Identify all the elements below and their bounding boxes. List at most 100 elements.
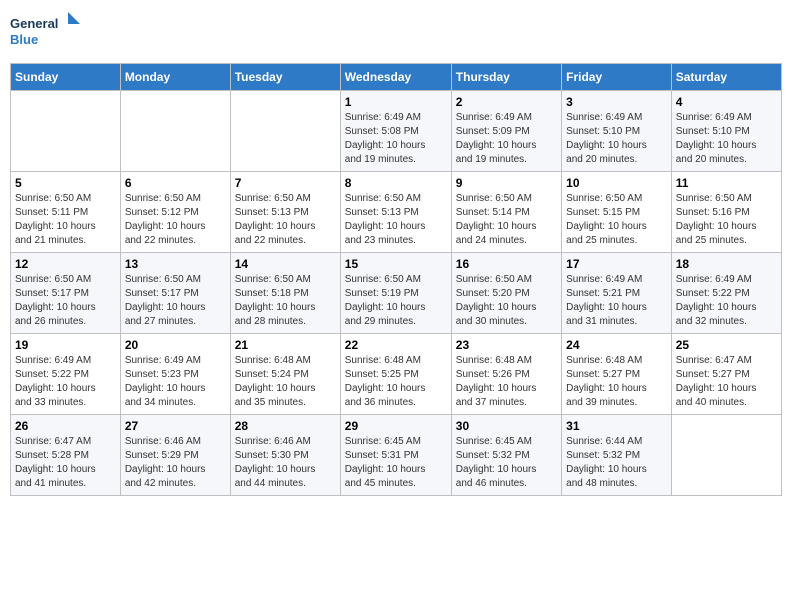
calendar-cell: 29 Sunrise: 6:45 AM Sunset: 5:31 PM Dayli… xyxy=(340,415,451,496)
calendar-cell: 18 Sunrise: 6:49 AM Sunset: 5:22 PM Dayli… xyxy=(671,253,781,334)
calendar-cell: 10 Sunrise: 6:50 AM Sunset: 5:15 PM Dayli… xyxy=(562,172,672,253)
day-number: 5 xyxy=(15,176,116,190)
calendar-cell xyxy=(120,91,230,172)
calendar-cell: 26 Sunrise: 6:47 AM Sunset: 5:28 PM Dayli… xyxy=(11,415,121,496)
day-info: Sunrise: 6:49 AM Sunset: 5:09 PM Dayligh… xyxy=(456,111,557,167)
calendar-cell: 19Sunrise: 6:49 AM Sunset: 5:22 PM Dayli… xyxy=(11,334,121,415)
day-number: 14 xyxy=(235,257,336,271)
calendar-cell: 13 Sunrise: 6:50 AM Sunset: 5:17 PM Dayli… xyxy=(120,253,230,334)
day-info: Sunrise: 6:50 AM Sunset: 5:17 PM Dayligh… xyxy=(15,273,116,329)
day-number: 3 xyxy=(566,95,667,109)
day-number: 24 xyxy=(566,338,667,352)
day-number: 15 xyxy=(345,257,447,271)
day-info: Sunrise: 6:49 AM Sunset: 5:22 PM Dayligh… xyxy=(676,273,777,329)
day-info: Sunrise: 6:49 AM Sunset: 5:23 PM Dayligh… xyxy=(125,354,226,410)
day-number: 10 xyxy=(566,176,667,190)
svg-text:General: General xyxy=(10,16,58,31)
calendar-cell: 30 Sunrise: 6:45 AM Sunset: 5:32 PM Dayli… xyxy=(451,415,561,496)
day-number: 17 xyxy=(566,257,667,271)
day-number: 19 xyxy=(15,338,116,352)
calendar-cell xyxy=(230,91,340,172)
calendar-cell: 20Sunrise: 6:49 AM Sunset: 5:23 PM Dayli… xyxy=(120,334,230,415)
day-info: Sunrise: 6:48 AM Sunset: 5:26 PM Dayligh… xyxy=(456,354,557,410)
day-info: Sunrise: 6:50 AM Sunset: 5:15 PM Dayligh… xyxy=(566,192,667,248)
calendar-cell: 4 Sunrise: 6:49 AM Sunset: 5:10 PM Daylig… xyxy=(671,91,781,172)
day-number: 30 xyxy=(456,419,557,433)
day-number: 18 xyxy=(676,257,777,271)
day-number: 22 xyxy=(345,338,447,352)
day-info: Sunrise: 6:48 AM Sunset: 5:27 PM Dayligh… xyxy=(566,354,667,410)
calendar-cell: 11Sunrise: 6:50 AM Sunset: 5:16 PM Dayli… xyxy=(671,172,781,253)
day-number: 11 xyxy=(676,176,777,190)
day-number: 4 xyxy=(676,95,777,109)
day-info: Sunrise: 6:49 AM Sunset: 5:10 PM Dayligh… xyxy=(566,111,667,167)
calendar-cell: 16 Sunrise: 6:50 AM Sunset: 5:20 PM Dayli… xyxy=(451,253,561,334)
calendar-table: SundayMondayTuesdayWednesdayThursdayFrid… xyxy=(10,63,782,496)
day-number: 1 xyxy=(345,95,447,109)
day-info: Sunrise: 6:44 AM Sunset: 5:32 PM Dayligh… xyxy=(566,435,667,491)
day-number: 12 xyxy=(15,257,116,271)
calendar-cell: 28 Sunrise: 6:46 AM Sunset: 5:30 PM Dayli… xyxy=(230,415,340,496)
calendar-cell: 31Sunrise: 6:44 AM Sunset: 5:32 PM Dayli… xyxy=(562,415,672,496)
calendar-cell: 12 Sunrise: 6:50 AM Sunset: 5:17 PM Dayli… xyxy=(11,253,121,334)
header-row: SundayMondayTuesdayWednesdayThursdayFrid… xyxy=(11,64,782,91)
day-number: 25 xyxy=(676,338,777,352)
day-info: Sunrise: 6:50 AM Sunset: 5:13 PM Dayligh… xyxy=(235,192,336,248)
day-info: Sunrise: 6:45 AM Sunset: 5:32 PM Dayligh… xyxy=(456,435,557,491)
col-header-sunday: Sunday xyxy=(11,64,121,91)
day-info: Sunrise: 6:46 AM Sunset: 5:30 PM Dayligh… xyxy=(235,435,336,491)
week-row-2: 5 Sunrise: 6:50 AM Sunset: 5:11 PM Daylig… xyxy=(11,172,782,253)
day-info: Sunrise: 6:50 AM Sunset: 5:11 PM Dayligh… xyxy=(15,192,116,248)
day-info: Sunrise: 6:50 AM Sunset: 5:20 PM Dayligh… xyxy=(456,273,557,329)
calendar-cell: 8 Sunrise: 6:50 AM Sunset: 5:13 PM Daylig… xyxy=(340,172,451,253)
calendar-cell: 22Sunrise: 6:48 AM Sunset: 5:25 PM Dayli… xyxy=(340,334,451,415)
calendar-cell: 7Sunrise: 6:50 AM Sunset: 5:13 PM Daylig… xyxy=(230,172,340,253)
day-info: Sunrise: 6:50 AM Sunset: 5:12 PM Dayligh… xyxy=(125,192,226,248)
week-row-3: 12 Sunrise: 6:50 AM Sunset: 5:17 PM Dayli… xyxy=(11,253,782,334)
week-row-1: 1 Sunrise: 6:49 AM Sunset: 5:08 PM Daylig… xyxy=(11,91,782,172)
calendar-cell: 1 Sunrise: 6:49 AM Sunset: 5:08 PM Daylig… xyxy=(340,91,451,172)
day-info: Sunrise: 6:50 AM Sunset: 5:13 PM Dayligh… xyxy=(345,192,447,248)
day-number: 13 xyxy=(125,257,226,271)
day-number: 28 xyxy=(235,419,336,433)
day-info: Sunrise: 6:47 AM Sunset: 5:27 PM Dayligh… xyxy=(676,354,777,410)
day-number: 27 xyxy=(125,419,226,433)
calendar-cell: 15Sunrise: 6:50 AM Sunset: 5:19 PM Dayli… xyxy=(340,253,451,334)
col-header-wednesday: Wednesday xyxy=(340,64,451,91)
day-info: Sunrise: 6:50 AM Sunset: 5:17 PM Dayligh… xyxy=(125,273,226,329)
day-number: 16 xyxy=(456,257,557,271)
col-header-friday: Friday xyxy=(562,64,672,91)
col-header-thursday: Thursday xyxy=(451,64,561,91)
day-number: 21 xyxy=(235,338,336,352)
col-header-tuesday: Tuesday xyxy=(230,64,340,91)
day-info: Sunrise: 6:50 AM Sunset: 5:18 PM Dayligh… xyxy=(235,273,336,329)
day-info: Sunrise: 6:49 AM Sunset: 5:08 PM Dayligh… xyxy=(345,111,447,167)
calendar-cell xyxy=(671,415,781,496)
day-info: Sunrise: 6:49 AM Sunset: 5:21 PM Dayligh… xyxy=(566,273,667,329)
calendar-cell: 17 Sunrise: 6:49 AM Sunset: 5:21 PM Dayli… xyxy=(562,253,672,334)
col-header-saturday: Saturday xyxy=(671,64,781,91)
col-header-monday: Monday xyxy=(120,64,230,91)
day-number: 2 xyxy=(456,95,557,109)
week-row-5: 26 Sunrise: 6:47 AM Sunset: 5:28 PM Dayli… xyxy=(11,415,782,496)
calendar-cell: 27 Sunrise: 6:46 AM Sunset: 5:29 PM Dayli… xyxy=(120,415,230,496)
calendar-cell: 2 Sunrise: 6:49 AM Sunset: 5:09 PM Daylig… xyxy=(451,91,561,172)
svg-text:Blue: Blue xyxy=(10,32,38,47)
day-info: Sunrise: 6:50 AM Sunset: 5:14 PM Dayligh… xyxy=(456,192,557,248)
day-info: Sunrise: 6:48 AM Sunset: 5:24 PM Dayligh… xyxy=(235,354,336,410)
calendar-cell xyxy=(11,91,121,172)
calendar-cell: 5 Sunrise: 6:50 AM Sunset: 5:11 PM Daylig… xyxy=(11,172,121,253)
day-info: Sunrise: 6:46 AM Sunset: 5:29 PM Dayligh… xyxy=(125,435,226,491)
calendar-cell: 3 Sunrise: 6:49 AM Sunset: 5:10 PM Daylig… xyxy=(562,91,672,172)
calendar-cell: 14 Sunrise: 6:50 AM Sunset: 5:18 PM Dayli… xyxy=(230,253,340,334)
day-number: 26 xyxy=(15,419,116,433)
calendar-cell: 6Sunrise: 6:50 AM Sunset: 5:12 PM Daylig… xyxy=(120,172,230,253)
day-info: Sunrise: 6:47 AM Sunset: 5:28 PM Dayligh… xyxy=(15,435,116,491)
day-number: 29 xyxy=(345,419,447,433)
calendar-cell: 25 Sunrise: 6:47 AM Sunset: 5:27 PM Dayli… xyxy=(671,334,781,415)
day-number: 8 xyxy=(345,176,447,190)
day-number: 23 xyxy=(456,338,557,352)
day-info: Sunrise: 6:49 AM Sunset: 5:10 PM Dayligh… xyxy=(676,111,777,167)
day-info: Sunrise: 6:45 AM Sunset: 5:31 PM Dayligh… xyxy=(345,435,447,491)
calendar-cell: 24 Sunrise: 6:48 AM Sunset: 5:27 PM Dayli… xyxy=(562,334,672,415)
